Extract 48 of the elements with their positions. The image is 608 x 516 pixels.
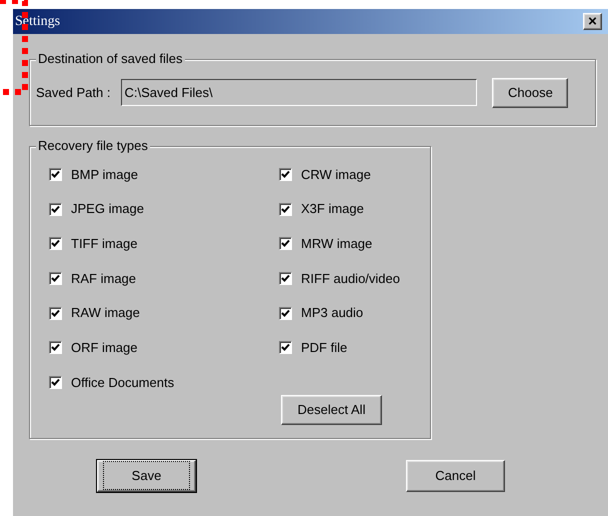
checkmark-icon: [51, 170, 60, 179]
checkbox-label: RAF image: [71, 270, 136, 288]
checkbox-label: MP3 audio: [301, 304, 364, 322]
close-button[interactable]: ×: [583, 13, 602, 30]
checkmark-icon: [51, 343, 60, 352]
checkbox[interactable]: [49, 376, 62, 389]
checkbox[interactable]: [49, 341, 62, 354]
checkbox-label: RIFF audio/video: [301, 270, 400, 288]
checkbox-label: JPEG image: [71, 200, 144, 218]
checkmark-icon: [51, 239, 60, 248]
checkbox-label: TIFF image: [71, 234, 138, 253]
checkmark-icon: [51, 274, 60, 283]
checkmark-icon: [281, 170, 290, 179]
checkbox-label: ORF image: [71, 339, 138, 358]
checkbox[interactable]: [49, 272, 62, 285]
choose-button[interactable]: Choose: [492, 78, 568, 108]
cancel-button[interactable]: Cancel: [406, 460, 505, 492]
checkbox-label: CRW image: [301, 166, 371, 184]
checkmark-icon: [51, 308, 60, 318]
checkbox[interactable]: [49, 168, 62, 181]
checkbox[interactable]: [279, 237, 292, 250]
checkmark-icon: [51, 378, 60, 387]
checkmark-icon: [281, 308, 290, 318]
checkbox[interactable]: [279, 272, 292, 285]
checkbox[interactable]: [49, 237, 62, 250]
checkbox-label: MRW image: [301, 234, 372, 253]
checkbox[interactable]: [49, 306, 62, 320]
checkmark-icon: [281, 239, 290, 248]
checkbox[interactable]: [49, 202, 62, 216]
checkbox-label: RAW image: [71, 304, 140, 322]
checkbox[interactable]: [279, 168, 292, 181]
checkbox[interactable]: [279, 306, 292, 320]
checkbox[interactable]: [279, 202, 292, 216]
path-label: Saved Path :: [36, 84, 110, 102]
checkmark-icon: [281, 204, 290, 214]
path-field[interactable]: C:\Saved Files\: [121, 79, 478, 106]
checkbox-label: Office Documents: [71, 374, 174, 392]
group-legend: Recovery file types: [36, 138, 150, 154]
checkbox-label: BMP image: [71, 166, 138, 184]
window-title: Settings: [15, 13, 60, 31]
checkbox[interactable]: [279, 341, 292, 354]
checkmark-icon: [51, 204, 60, 214]
checkbox-label: X3F image: [301, 200, 364, 218]
checkmark-icon: [281, 343, 290, 352]
save-button[interactable]: Save: [97, 460, 196, 492]
checkbox-label: PDF file: [301, 339, 348, 358]
checkmark-icon: [281, 274, 290, 283]
deselect-all-button[interactable]: Deselect All: [281, 395, 382, 426]
